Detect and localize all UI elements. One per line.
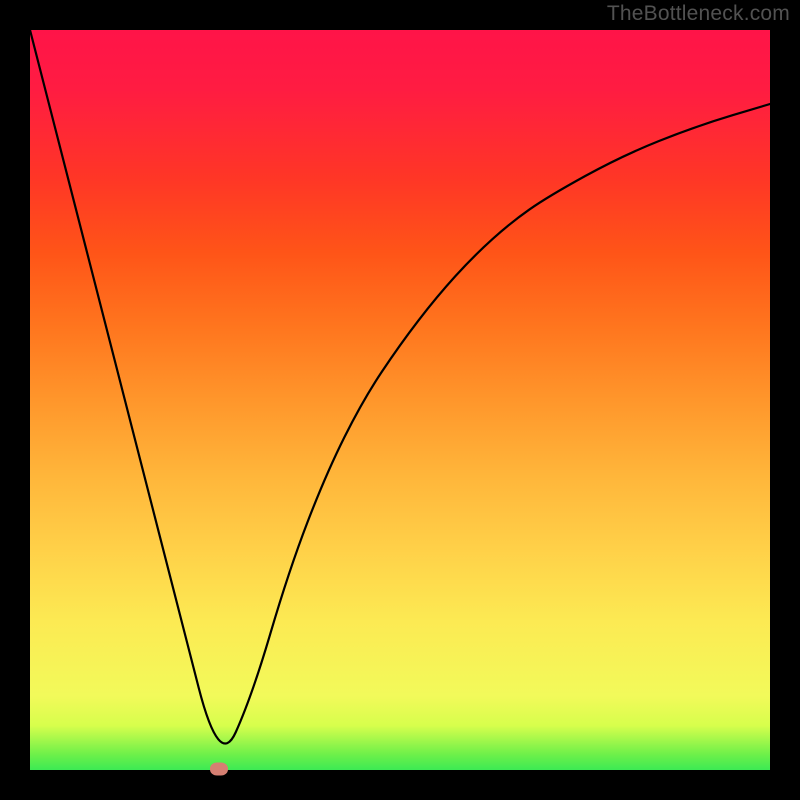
bottleneck-curve: [30, 30, 770, 744]
watermark-label: TheBottleneck.com: [607, 2, 790, 26]
plot-area: [30, 30, 770, 770]
chart-frame: TheBottleneck.com: [0, 0, 800, 800]
minimum-marker: [210, 762, 228, 775]
curve-svg: [30, 30, 770, 770]
